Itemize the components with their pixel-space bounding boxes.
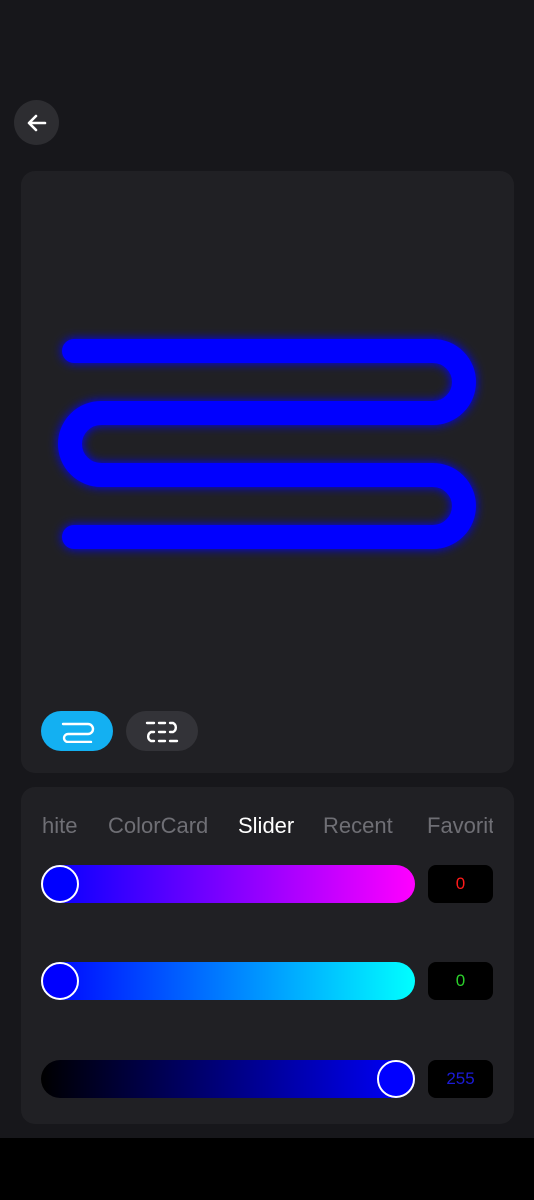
mode-segmented-button[interactable] xyxy=(126,711,198,751)
green-value[interactable]: 0 xyxy=(428,962,493,1000)
system-navigation-bar xyxy=(0,1138,534,1200)
green-slider[interactable] xyxy=(41,962,415,1000)
mode-continuous-button[interactable] xyxy=(41,711,113,751)
neon-strip-path xyxy=(58,339,476,549)
neon-strip-preview xyxy=(58,339,476,549)
red-slider-thumb[interactable] xyxy=(41,865,79,903)
blue-slider-thumb[interactable] xyxy=(377,1060,415,1098)
segmented-strip-icon xyxy=(145,721,179,743)
arrow-left-icon xyxy=(27,114,46,131)
blue-value[interactable]: 255 xyxy=(428,1060,493,1098)
tab-bar: hite ColorCard Slider Recent Favorit xyxy=(42,809,493,843)
blue-slider[interactable] xyxy=(41,1060,415,1098)
tab-recent[interactable]: Recent xyxy=(323,813,393,839)
continuous-strip-icon xyxy=(61,722,95,743)
preview-card xyxy=(21,171,514,773)
tab-slider[interactable]: Slider xyxy=(238,813,294,839)
red-value[interactable]: 0 xyxy=(428,865,493,903)
back-button[interactable] xyxy=(14,100,59,145)
tab-white[interactable]: hite xyxy=(42,813,77,839)
color-control-card: hite ColorCard Slider Recent Favorit 0 0… xyxy=(21,787,514,1124)
tab-favorite[interactable]: Favorit xyxy=(427,813,493,839)
green-slider-thumb[interactable] xyxy=(41,962,79,1000)
red-slider[interactable] xyxy=(41,865,415,903)
tab-colorcard[interactable]: ColorCard xyxy=(108,813,208,839)
